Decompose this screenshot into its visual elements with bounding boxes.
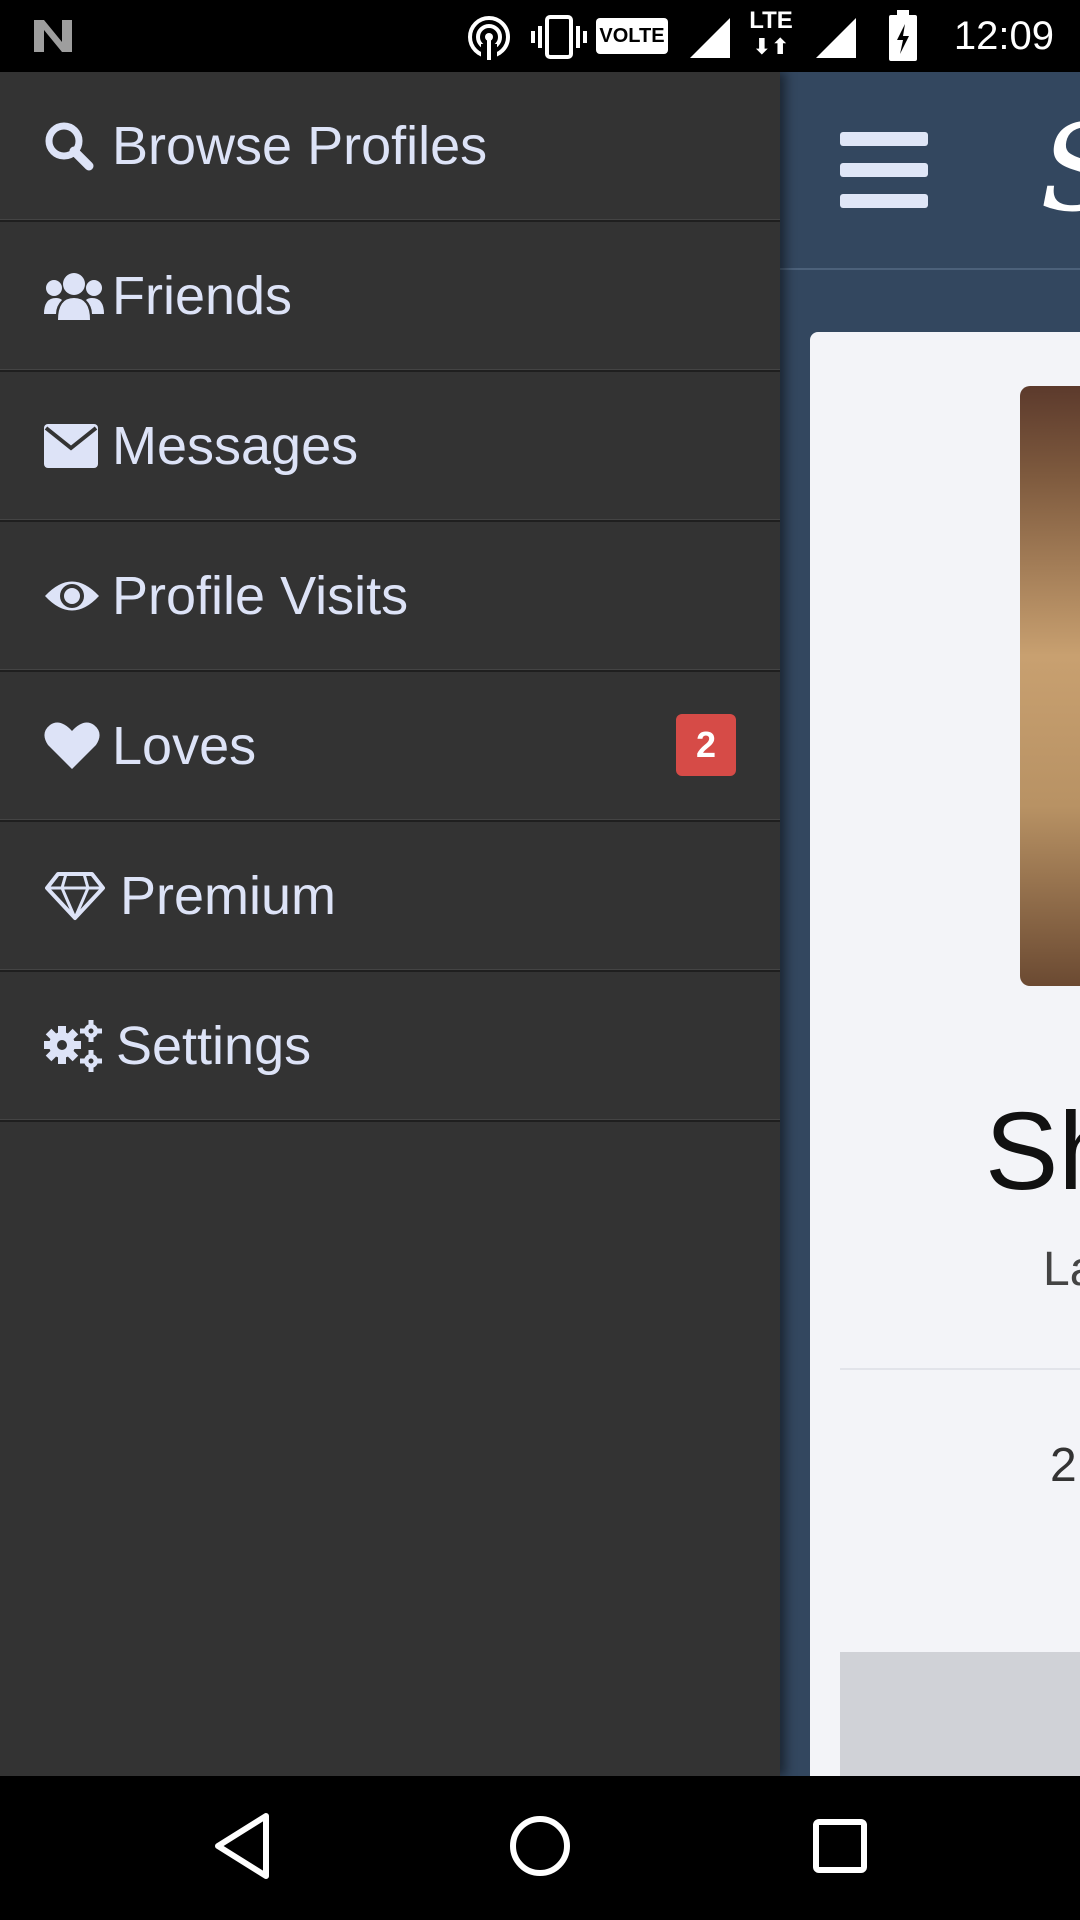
signal-icon — [690, 18, 730, 58]
status-time: 12:09 — [953, 14, 1054, 58]
menu-item-loves[interactable]: Loves 2 — [0, 672, 780, 822]
profile-subtitle: La — [1043, 1243, 1080, 1296]
menu-item-premium[interactable]: Premium — [0, 822, 780, 972]
menu-item-browse-profiles[interactable]: Browse Profiles — [0, 72, 780, 222]
profile-stat: 2 — [1050, 1439, 1077, 1492]
hamburger-menu-icon[interactable] — [840, 132, 928, 208]
users-icon — [44, 268, 104, 324]
nav-drawer: Browse Profiles Friends Messages Profile… — [0, 72, 780, 1776]
volte-icon: VOLTE — [596, 18, 668, 54]
profile-name: Sh — [985, 1090, 1080, 1213]
envelope-icon — [44, 418, 104, 474]
menu-item-label: Profile Visits — [112, 566, 409, 626]
gears-icon — [44, 1018, 108, 1074]
menu-item-label: Messages — [112, 416, 359, 476]
menu-item-profile-visits[interactable]: Profile Visits — [0, 522, 780, 672]
eye-icon — [44, 568, 104, 624]
menu-item-label: Loves — [112, 716, 257, 776]
recents-icon[interactable] — [810, 1812, 870, 1880]
profile-photo[interactable] — [1020, 386, 1080, 986]
diamond-icon — [44, 868, 112, 924]
loves-count-badge: 2 — [676, 714, 736, 776]
menu-item-label: Settings — [116, 1016, 312, 1076]
header-divider — [780, 268, 1080, 270]
search-icon — [44, 118, 104, 174]
status-bar: VOLTE LTE ⬇⬆ 12:09 — [0, 0, 1080, 72]
lte-icon: LTE ⬇⬆ — [749, 7, 793, 60]
menu-item-settings[interactable]: Settings — [0, 972, 780, 1122]
app-logo-fragment: S — [1040, 110, 1080, 230]
system-nav-bar — [0, 1776, 1080, 1920]
home-icon[interactable] — [508, 1812, 572, 1880]
heart-icon — [44, 718, 104, 774]
battery-charging-icon — [889, 10, 917, 61]
menu-item-label: Friends — [112, 266, 293, 326]
back-icon[interactable] — [212, 1812, 272, 1880]
card-footer — [840, 1652, 1080, 1776]
menu-item-label: Browse Profiles — [112, 116, 488, 176]
menu-item-friends[interactable]: Friends — [0, 222, 780, 372]
hotspot-icon — [468, 16, 510, 60]
signal-icon — [816, 18, 856, 58]
notification-n-icon — [34, 20, 72, 52]
menu-item-label: Premium — [120, 866, 337, 926]
drawer-menu: Browse Profiles Friends Messages Profile… — [0, 72, 780, 1122]
card-divider — [840, 1368, 1080, 1370]
vibrate-icon — [531, 15, 587, 59]
menu-item-messages[interactable]: Messages — [0, 372, 780, 522]
